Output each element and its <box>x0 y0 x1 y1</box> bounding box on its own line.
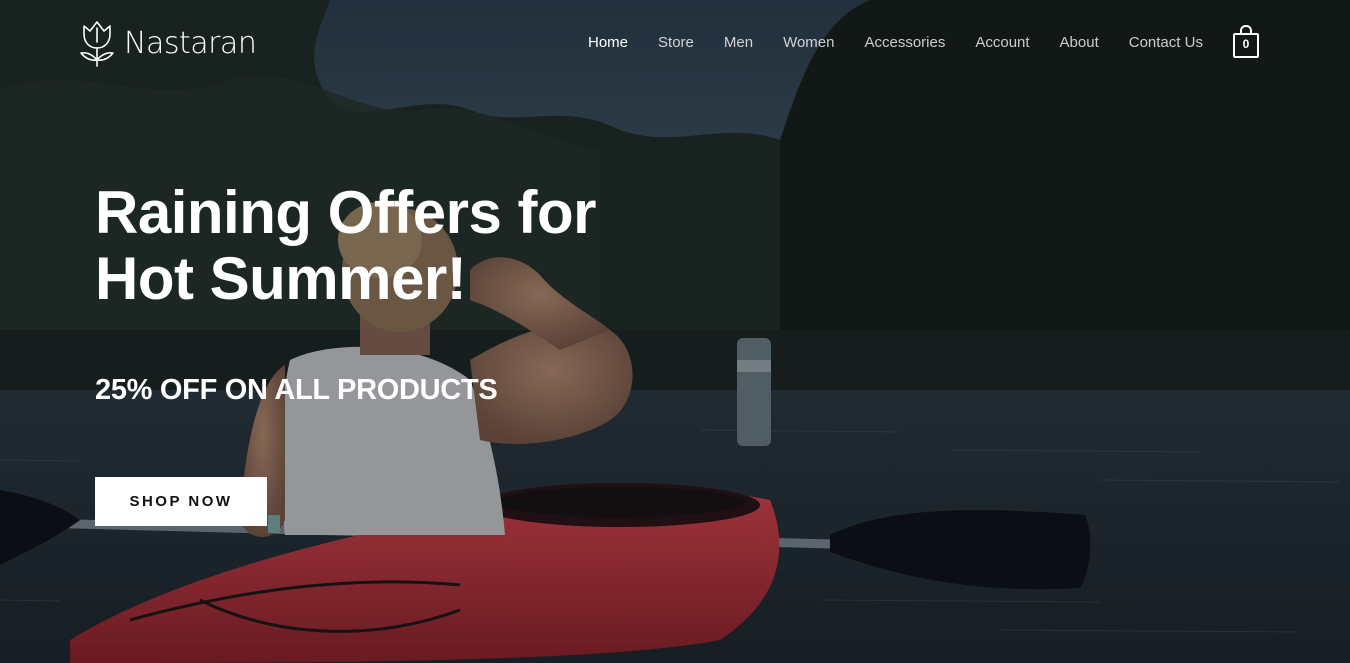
tulip-logo-icon <box>80 21 114 67</box>
nav-item-store[interactable]: Store <box>658 34 694 51</box>
hero-subheadline: 25% OFF ON ALL PRODUCTS <box>95 374 498 406</box>
nav-item-women[interactable]: Women <box>783 34 834 51</box>
nav-item-accessories[interactable]: Accessories <box>864 34 945 51</box>
hero-headline-line-2: Hot Summer! <box>95 245 467 312</box>
nav-item-about[interactable]: About <box>1060 34 1099 51</box>
nav-item-account[interactable]: Account <box>975 34 1029 51</box>
site-header: Nastaran Home Store Men Women Accessorie… <box>0 0 1350 88</box>
hero-dark-overlay <box>0 0 1350 663</box>
nav-item-contact-us[interactable]: Contact Us <box>1129 34 1203 51</box>
hero-headline-line-1: Raining Offers for <box>95 179 597 246</box>
brand-name: Nastaran <box>124 25 257 61</box>
cart-button[interactable]: 0 <box>1232 25 1260 59</box>
nav-item-home[interactable]: Home <box>588 34 628 51</box>
brand-logo[interactable]: Nastaran <box>76 18 257 68</box>
hero-section: Nastaran Home Store Men Women Accessorie… <box>0 0 1350 663</box>
hero-headline: Raining Offers for Hot Summer! <box>95 180 695 312</box>
main-navigation: Home Store Men Women Accessories Account… <box>588 34 1233 51</box>
nav-item-men[interactable]: Men <box>724 34 753 51</box>
cart-count-badge: 0 <box>1242 37 1250 51</box>
shop-now-button[interactable]: SHOP NOW <box>95 477 267 526</box>
